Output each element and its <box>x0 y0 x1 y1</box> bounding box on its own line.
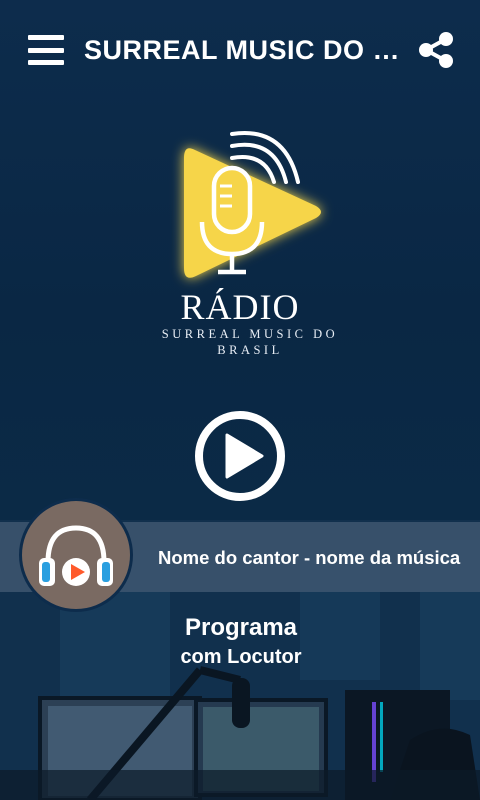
app-title: SURREAL MUSIC DO BRASIL <box>84 34 404 65</box>
logo-wordmark: RÁDIO <box>180 287 300 327</box>
now-playing-text: Nome do cantor - nome da música <box>158 547 461 568</box>
app-bar: SURREAL MUSIC DO BRASIL <box>0 0 480 100</box>
cover-art <box>19 498 133 612</box>
program-title: Programa <box>184 614 298 641</box>
share-icon[interactable] <box>416 30 456 70</box>
logo-subtitle: SURREAL MUSIC DO BRASIL <box>140 326 360 358</box>
play-button[interactable] <box>194 410 286 502</box>
logo-subtitle-line1: SURREAL MUSIC DO <box>161 327 339 341</box>
hamburger-menu-icon[interactable] <box>28 35 64 65</box>
program-host: com Locutor <box>180 646 302 668</box>
logo-subtitle-line2: BRASIL <box>217 343 283 357</box>
headphones-icon <box>39 525 113 586</box>
